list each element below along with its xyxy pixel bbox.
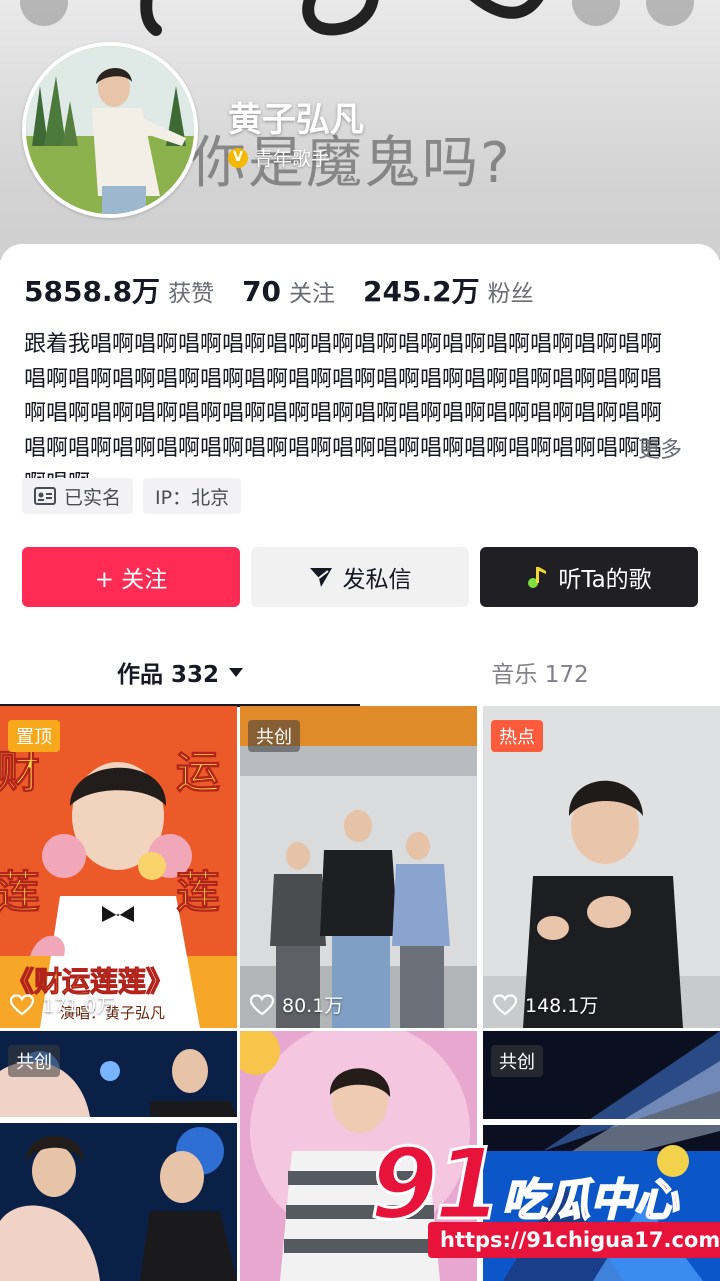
heart-icon bbox=[250, 993, 274, 1015]
poster-char: 运 bbox=[176, 747, 221, 799]
verified-row: V 青年歌手 bbox=[228, 144, 330, 171]
avatar-photo bbox=[26, 46, 194, 214]
profile-tags: 已实名 IP：北京 bbox=[22, 478, 242, 514]
collab-badge: 共创 bbox=[8, 1045, 60, 1077]
tag-label: IP：北京 bbox=[155, 486, 230, 509]
poster-char: 莲 bbox=[0, 867, 41, 919]
poster-char: 莲 bbox=[176, 867, 221, 919]
message-button[interactable]: 发私信 bbox=[251, 547, 469, 607]
tab-works[interactable]: 作品 332 bbox=[0, 638, 360, 706]
verified-icon: V bbox=[228, 147, 248, 168]
stat-value: 245.2万 bbox=[363, 275, 480, 308]
stat-label: 关注 bbox=[289, 281, 336, 307]
video-tile[interactable]: 共创 bbox=[0, 1031, 237, 1281]
stat-followers[interactable]: 245.2万 粉丝 bbox=[363, 270, 534, 310]
pinned-badge: 置顶 bbox=[8, 720, 60, 752]
profile-name: 黄子弘凡 bbox=[228, 100, 364, 140]
likes-count: 80.1万 bbox=[250, 991, 343, 1018]
message-label: 发私信 bbox=[342, 567, 412, 593]
likes-value: 80.1万 bbox=[282, 995, 344, 1017]
stat-label: 获赞 bbox=[168, 281, 215, 307]
stat-value: 5858.8万 bbox=[24, 275, 161, 308]
likes-value: 148.1万 bbox=[525, 995, 599, 1017]
tag-ip: IP：北京 bbox=[143, 478, 242, 514]
hot-badge: 热点 bbox=[491, 720, 543, 752]
profile-header: 你是魔鬼吗? 黄子弘凡 V 青年歌手 bbox=[0, 0, 720, 260]
more-button[interactable] bbox=[646, 0, 694, 26]
bio-text: 跟着我唱啊唱啊唱啊唱啊唱啊唱啊唱啊唱啊唱啊唱啊唱啊唱啊唱啊唱啊唱啊唱啊唱啊唱啊唱… bbox=[24, 332, 663, 496]
watermark-logo-text: 吃瓜中心 bbox=[501, 1174, 679, 1227]
video-thumbnail bbox=[483, 706, 720, 1028]
heart-icon bbox=[10, 993, 34, 1015]
tab-works-label: 作品 332 bbox=[116, 662, 220, 688]
video-tile[interactable]: 财 运 莲 莲 《财运莲莲》 演唱：黄子弘凡 置顶 171.0万 bbox=[0, 706, 237, 1028]
listen-label: 听Ta的歌 bbox=[558, 567, 652, 593]
action-buttons: + 关注 发私信 听Ta的歌 bbox=[22, 547, 698, 607]
likes-value: 171.0万 bbox=[42, 995, 116, 1017]
follow-label: + 关注 bbox=[94, 567, 168, 593]
content-tabs: 作品 332 音乐 172 bbox=[0, 638, 720, 708]
bio-more-link[interactable]: 更多 bbox=[638, 432, 682, 464]
follow-button[interactable]: + 关注 bbox=[22, 547, 240, 607]
stat-label: 粉丝 bbox=[487, 281, 534, 307]
stat-likes[interactable]: 5858.8万 获赞 bbox=[24, 270, 214, 310]
verified-label: 青年歌手 bbox=[254, 148, 331, 170]
likes-count: 148.1万 bbox=[493, 991, 598, 1018]
tag-real-name: 已实名 bbox=[22, 478, 134, 514]
stats-row: 5858.8万 获赞 70 关注 245.2万 粉丝 bbox=[24, 270, 562, 310]
stat-value: 70 bbox=[242, 275, 282, 308]
listen-button[interactable]: 听Ta的歌 bbox=[480, 547, 698, 607]
background-handwriting bbox=[140, 0, 544, 36]
music-note-icon bbox=[528, 567, 547, 588]
send-icon bbox=[309, 568, 332, 587]
likes-count: 171.0万 bbox=[10, 991, 115, 1018]
watermark-url: https://91chigua17.com bbox=[428, 1222, 720, 1258]
back-button[interactable] bbox=[20, 0, 68, 26]
heart-icon bbox=[493, 993, 517, 1015]
tab-music[interactable]: 音乐 172 bbox=[360, 638, 720, 706]
collab-badge: 共创 bbox=[491, 1045, 543, 1077]
watermark: 91 吃瓜中心 https://91chigua17.com bbox=[368, 1127, 720, 1280]
caret-down-icon[interactable] bbox=[229, 667, 244, 677]
video-tile[interactable]: 共创 80.1万 bbox=[240, 706, 477, 1028]
id-card-icon bbox=[34, 487, 56, 505]
tab-music-label: 音乐 172 bbox=[491, 662, 589, 688]
profile-card: 5858.8万 获赞 70 关注 245.2万 粉丝 跟着我唱啊唱啊唱啊唱啊唱啊… bbox=[0, 244, 720, 1281]
video-thumbnail bbox=[240, 706, 477, 1028]
video-tile[interactable]: 热点 148.1万 bbox=[483, 706, 720, 1028]
stat-following[interactable]: 70 关注 bbox=[242, 274, 335, 308]
tag-label: 已实名 bbox=[64, 486, 122, 509]
collab-badge: 共创 bbox=[248, 720, 300, 752]
avatar[interactable] bbox=[22, 42, 198, 218]
